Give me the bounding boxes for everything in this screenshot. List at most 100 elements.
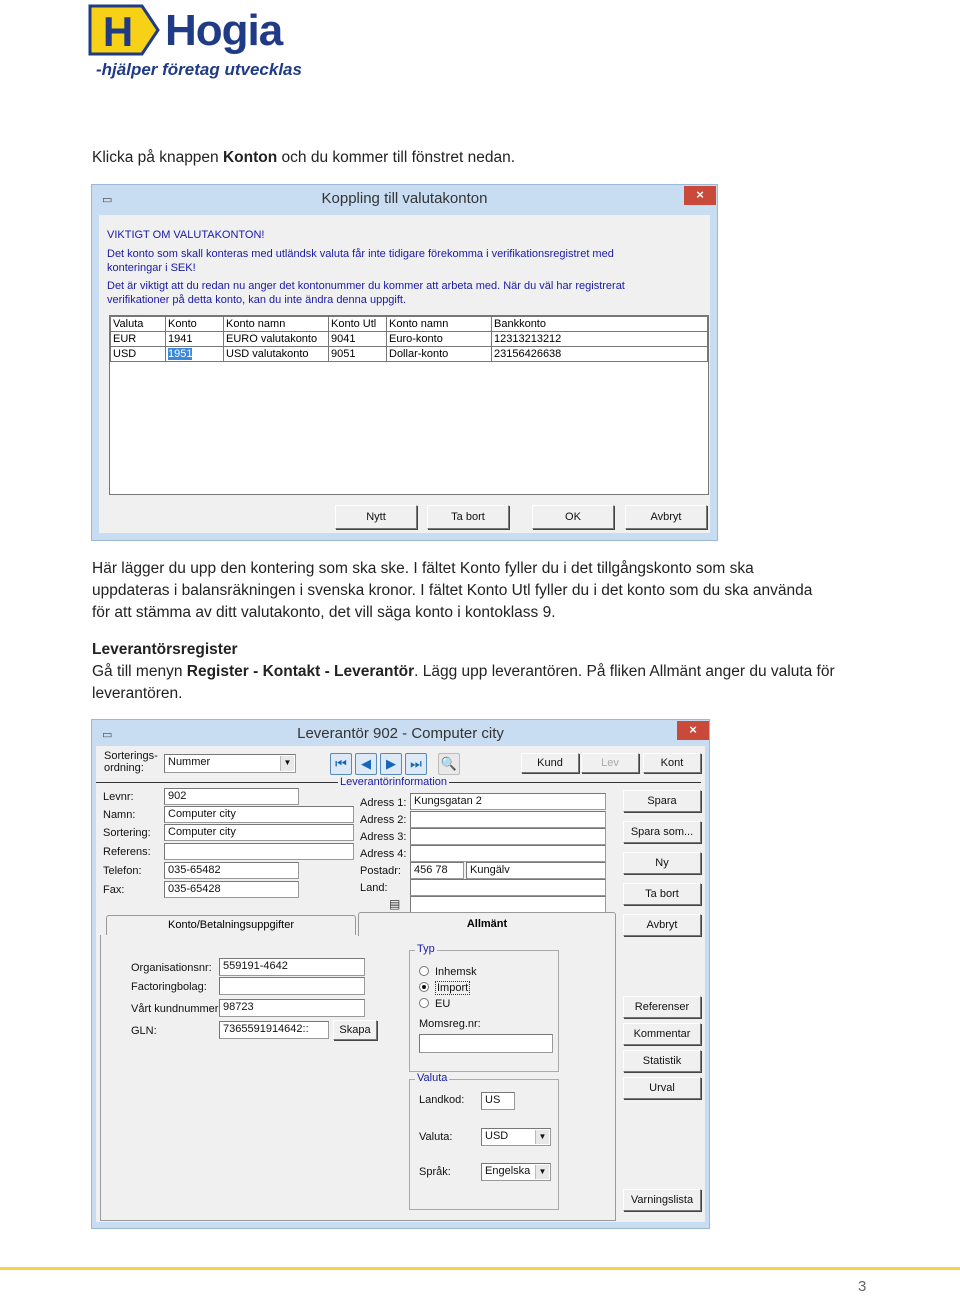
radio-button-checked[interactable] <box>419 982 429 992</box>
momsreg-input[interactable] <box>419 1034 553 1053</box>
field-label: Namn: <box>103 809 136 821</box>
column-header[interactable]: Konto namn <box>223 316 329 332</box>
referens-input[interactable] <box>164 843 354 860</box>
cell[interactable]: 12313213212 <box>491 331 708 347</box>
adress4-input[interactable] <box>410 845 606 862</box>
telefon-input[interactable]: 035-65482 <box>164 862 299 879</box>
section-block: Leverantörsregister Gå till menyn Regist… <box>92 639 835 705</box>
kommentar-button[interactable]: Kommentar <box>623 1023 701 1045</box>
last-record-icon[interactable]: ⏭ <box>405 753 427 775</box>
radio-eu[interactable]: EU <box>419 998 450 1010</box>
cell[interactable]: USD <box>110 346 166 362</box>
valutakonton-dialog: ▭ Koppling till valutakonton × VIKTIGT O… <box>91 184 718 541</box>
valuta-grid[interactable]: Valuta Konto Konto namn Konto Utl Konto … <box>109 315 709 495</box>
spara-som-button[interactable]: Spara som... <box>623 821 701 843</box>
column-header[interactable]: Valuta <box>110 316 166 332</box>
section-line: Gå till menyn Register - Kontakt - Lever… <box>92 661 835 683</box>
radio-import[interactable]: Import <box>419 981 471 995</box>
column-header[interactable]: Bankkonto <box>491 316 708 332</box>
new-button[interactable]: Nytt <box>335 505 417 529</box>
cell[interactable]: EUR <box>110 331 166 347</box>
sort-dropdown[interactable]: Nummer ▼ <box>164 754 296 773</box>
field-label: Factoringbolag: <box>131 981 207 993</box>
fax-input[interactable]: 035-65428 <box>164 881 299 898</box>
radio-button[interactable] <box>419 966 429 976</box>
cell[interactable]: Dollar-konto <box>386 346 492 362</box>
binoculars-search-icon[interactable]: 🔍 <box>438 753 460 775</box>
ok-button[interactable]: OK <box>532 505 614 529</box>
column-header[interactable]: Konto Utl <box>328 316 387 332</box>
namn-input[interactable]: Computer city <box>164 806 354 823</box>
factoringbolag-input[interactable] <box>219 977 365 995</box>
paragraph-line: uppdateras i balansräkningen i svenska k… <box>92 582 813 599</box>
postnr-input[interactable]: 456 78 <box>410 862 464 879</box>
cell[interactable]: 9051 <box>328 346 387 362</box>
urval-button[interactable]: Urval <box>623 1077 701 1099</box>
gln-input[interactable]: 7365591914642:: <box>219 1021 329 1039</box>
delete-button[interactable]: Ta bort <box>427 505 509 529</box>
spara-button[interactable]: Spara <box>623 790 701 812</box>
adress1-input[interactable]: Kungsgatan 2 <box>410 793 606 810</box>
warning-line: Det är viktigt att du redan nu anger det… <box>107 280 625 292</box>
chevron-down-icon[interactable]: ▼ <box>535 1130 549 1144</box>
cell[interactable]: Euro-konto <box>386 331 492 347</box>
chevron-down-icon[interactable]: ▼ <box>280 756 294 771</box>
ny-button[interactable]: Ny <box>623 852 701 874</box>
field-label: GLN: <box>131 1025 157 1037</box>
kund-button[interactable]: Kund <box>521 753 579 773</box>
kont-button[interactable]: Kont <box>643 753 701 773</box>
dialog-body: Sorterings-ordning: Nummer ▼ ⏮ ◀ ▶ ⏭ 🔍 Ku… <box>96 746 705 1222</box>
radio-inhemsk[interactable]: Inhemsk <box>419 966 477 978</box>
statistik-button[interactable]: Statistik <box>623 1050 701 1072</box>
landkod-input[interactable]: US <box>481 1092 515 1110</box>
sort-label: Sorterings-ordning: <box>104 750 158 774</box>
cell[interactable]: EURO valutakonto <box>223 331 329 347</box>
extra-address-input[interactable] <box>410 896 606 913</box>
address-card-icon[interactable]: ▤ <box>389 897 400 911</box>
table-row[interactable]: USD 1951 USD valutakonto 9051 Dollar-kon… <box>110 346 708 362</box>
first-record-icon[interactable]: ⏮ <box>330 753 352 775</box>
radio-button[interactable] <box>419 998 429 1008</box>
varningslista-button[interactable]: Varningslista <box>623 1189 701 1211</box>
sprak-dropdown[interactable]: Engelska ▼ <box>481 1163 551 1181</box>
selected-text[interactable]: 1951 <box>168 348 193 360</box>
sortering-input[interactable]: Computer city <box>164 824 354 841</box>
cell[interactable]: 23156426638 <box>491 346 708 362</box>
valuta-dropdown[interactable]: USD ▼ <box>481 1128 551 1146</box>
lev-button[interactable]: Lev <box>581 753 639 773</box>
field-label: Referens: <box>103 846 151 858</box>
table-row[interactable]: EUR 1941 EURO valutakonto 9041 Euro-kont… <box>110 331 708 347</box>
next-record-icon[interactable]: ▶ <box>380 753 402 775</box>
column-header[interactable]: Konto <box>165 316 224 332</box>
skapa-button[interactable]: Skapa <box>333 1020 377 1040</box>
adress2-input[interactable] <box>410 811 606 828</box>
organisationsnr-input[interactable]: 559191-4642 <box>219 958 365 976</box>
levnr-input[interactable]: 902 <box>164 788 299 805</box>
paragraph-line: för att stämma av ditt valutakonto, det … <box>92 604 556 621</box>
ta-bort-button[interactable]: Ta bort <box>623 883 701 905</box>
page-number: 3 <box>858 1278 867 1295</box>
chevron-down-icon[interactable]: ▼ <box>535 1165 549 1179</box>
close-button[interactable]: × <box>684 186 716 205</box>
kundnummer-input[interactable]: 98723 <box>219 999 365 1017</box>
logo-letter: H <box>103 8 133 55</box>
adress3-input[interactable] <box>410 828 606 845</box>
avbryt-button[interactable]: Avbryt <box>623 914 701 936</box>
ort-input[interactable]: Kungälv <box>466 862 606 879</box>
close-button[interactable]: × <box>677 721 709 740</box>
cell[interactable]: 9041 <box>328 331 387 347</box>
referenser-button[interactable]: Referenser <box>623 996 701 1018</box>
cancel-button[interactable]: Avbryt <box>625 505 707 529</box>
previous-record-icon[interactable]: ◀ <box>355 753 377 775</box>
cell-selected[interactable]: 1951 <box>165 346 224 362</box>
column-header[interactable]: Konto namn <box>386 316 492 332</box>
dialog-title: Koppling till valutakonton <box>321 190 488 207</box>
land-input[interactable] <box>410 879 606 896</box>
footer-rule <box>0 1267 960 1270</box>
tab-konto-betalning[interactable]: Konto/Betalningsuppgifter <box>106 915 356 935</box>
cell[interactable]: USD valutakonto <box>223 346 329 362</box>
tab-allmant[interactable]: Allmänt <box>358 912 616 936</box>
field-label: Adress 4: <box>360 848 407 860</box>
cell[interactable]: 1941 <box>165 331 224 347</box>
grid-header-row: Valuta Konto Konto namn Konto Utl Konto … <box>110 316 708 332</box>
